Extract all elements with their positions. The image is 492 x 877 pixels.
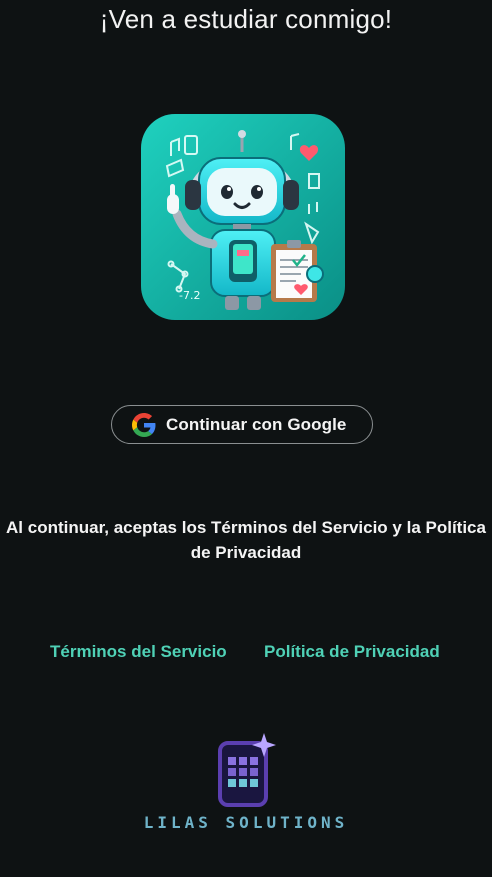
brand-name: LILAS SOLUTIONS — [143, 813, 349, 832]
google-button-label: Continuar con Google — [166, 414, 347, 434]
svg-text:-7.2: -7.2 — [179, 289, 200, 302]
privacy-policy-link[interactable]: Política de Privacidad — [264, 642, 440, 662]
continue-with-google-button[interactable]: Continuar con Google — [111, 405, 373, 444]
robot-mascot-image: -7.2 — [141, 114, 345, 320]
legal-notice: Al continuar, aceptas los Términos del S… — [6, 518, 486, 562]
page-title: ¡Ven a estudiar conmigo! — [99, 4, 393, 34]
terms-of-service-link[interactable]: Términos del Servicio — [50, 642, 227, 662]
google-g-icon — [132, 412, 156, 437]
brand-footer: LILAS SOLUTIONS — [0, 733, 492, 843]
lilas-phone-grid-sparkle-logo — [218, 733, 276, 807]
login-screen: ¡Ven a estudiar conmigo! -7.2 Continuar … — [0, 0, 492, 877]
